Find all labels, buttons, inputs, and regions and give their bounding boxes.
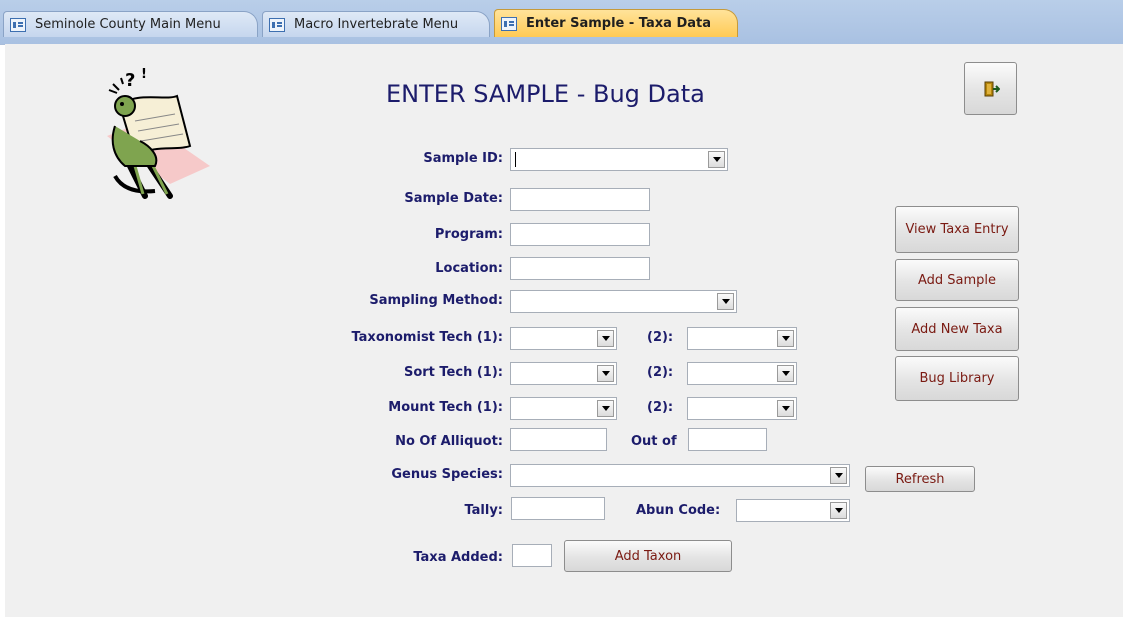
- program-label: Program:: [434, 227, 503, 242]
- no-of-alliquot-field[interactable]: [510, 428, 607, 451]
- tab-seminole-county-main-menu[interactable]: Seminole County Main Menu: [3, 11, 258, 37]
- document-tab-strip: Seminole County Main Menu Macro Inverteb…: [0, 0, 1123, 45]
- taxonomist-tech-2-combo[interactable]: [687, 327, 797, 350]
- add-taxon-button[interactable]: Add Taxon: [564, 540, 732, 572]
- form-icon: [10, 17, 26, 32]
- form-title: ENTER SAMPLE - Bug Data: [386, 80, 705, 108]
- exit-door-icon: [984, 81, 1000, 96]
- close-form-button[interactable]: [964, 62, 1017, 115]
- tally-label: Tally:: [464, 503, 503, 518]
- svg-text:!: !: [141, 67, 147, 82]
- sample-date-label: Sample Date:: [404, 191, 503, 206]
- dropdown-arrow-icon[interactable]: [597, 365, 614, 382]
- dropdown-arrow-icon[interactable]: [717, 293, 734, 310]
- sort-tech-2-combo[interactable]: [687, 362, 797, 385]
- sample-id-label: Sample ID:: [423, 151, 503, 166]
- form-icon: [269, 17, 285, 32]
- tab-macro-invertebrate-menu[interactable]: Macro Invertebrate Menu: [262, 11, 490, 37]
- tab-enter-sample-taxa-data[interactable]: Enter Sample - Taxa Data: [494, 9, 738, 37]
- tab-label: Seminole County Main Menu: [35, 17, 221, 32]
- dropdown-arrow-icon[interactable]: [597, 330, 614, 347]
- dropdown-arrow-icon[interactable]: [597, 400, 614, 417]
- location-field[interactable]: [510, 257, 650, 280]
- taxonomist-tech-1-label: Taxonomist Tech (1):: [351, 330, 503, 345]
- abun-code-label: Abun Code:: [636, 503, 721, 518]
- sampling-method-label: Sampling Method:: [369, 293, 503, 308]
- out-of-field[interactable]: [688, 428, 767, 451]
- mount-tech-1-combo[interactable]: [510, 397, 617, 420]
- refresh-button[interactable]: Refresh: [865, 466, 975, 492]
- dropdown-arrow-icon[interactable]: [830, 502, 847, 519]
- sort-tech-1-combo[interactable]: [510, 362, 617, 385]
- location-label: Location:: [435, 261, 503, 276]
- svg-text:?: ?: [125, 70, 135, 91]
- taxa-added-label: Taxa Added:: [413, 550, 503, 565]
- genus-species-label: Genus Species:: [391, 467, 503, 482]
- taxonomist-tech-2-label: (2):: [647, 330, 674, 345]
- mount-tech-2-combo[interactable]: [687, 397, 797, 420]
- taxa-added-field[interactable]: [512, 544, 552, 567]
- add-new-taxa-button[interactable]: Add New Taxa: [895, 307, 1019, 351]
- tab-label: Macro Invertebrate Menu: [294, 17, 459, 32]
- add-sample-button[interactable]: Add Sample: [895, 259, 1019, 301]
- dropdown-arrow-icon[interactable]: [830, 467, 847, 484]
- bug-library-button[interactable]: Bug Library: [895, 356, 1019, 401]
- text-cursor: [515, 152, 516, 167]
- taxonomist-tech-1-combo[interactable]: [510, 327, 617, 350]
- tally-field[interactable]: [511, 497, 605, 520]
- genus-species-combo[interactable]: [510, 464, 850, 487]
- view-taxa-entry-button[interactable]: View Taxa Entry: [895, 206, 1019, 253]
- tab-label: Enter Sample - Taxa Data: [526, 16, 712, 31]
- sort-tech-2-label: (2):: [647, 365, 674, 380]
- form-icon: [501, 16, 517, 31]
- sample-date-field[interactable]: [510, 188, 650, 211]
- abun-code-combo[interactable]: [736, 499, 850, 522]
- no-of-alliquot-label: No Of Alliquot:: [395, 434, 503, 449]
- dropdown-arrow-icon[interactable]: [777, 330, 794, 347]
- out-of-label: Out of: [631, 434, 677, 449]
- dropdown-arrow-icon[interactable]: [777, 365, 794, 382]
- dropdown-arrow-icon[interactable]: [777, 400, 794, 417]
- mount-tech-1-label: Mount Tech (1):: [388, 400, 503, 415]
- sort-tech-1-label: Sort Tech (1):: [403, 365, 503, 380]
- sample-id-combo[interactable]: [510, 148, 728, 171]
- dropdown-arrow-icon[interactable]: [708, 151, 725, 168]
- confused-reader-clipart: ? !: [107, 67, 210, 199]
- program-field[interactable]: [510, 223, 650, 246]
- mount-tech-2-label: (2):: [647, 400, 674, 415]
- sampling-method-combo[interactable]: [510, 290, 737, 313]
